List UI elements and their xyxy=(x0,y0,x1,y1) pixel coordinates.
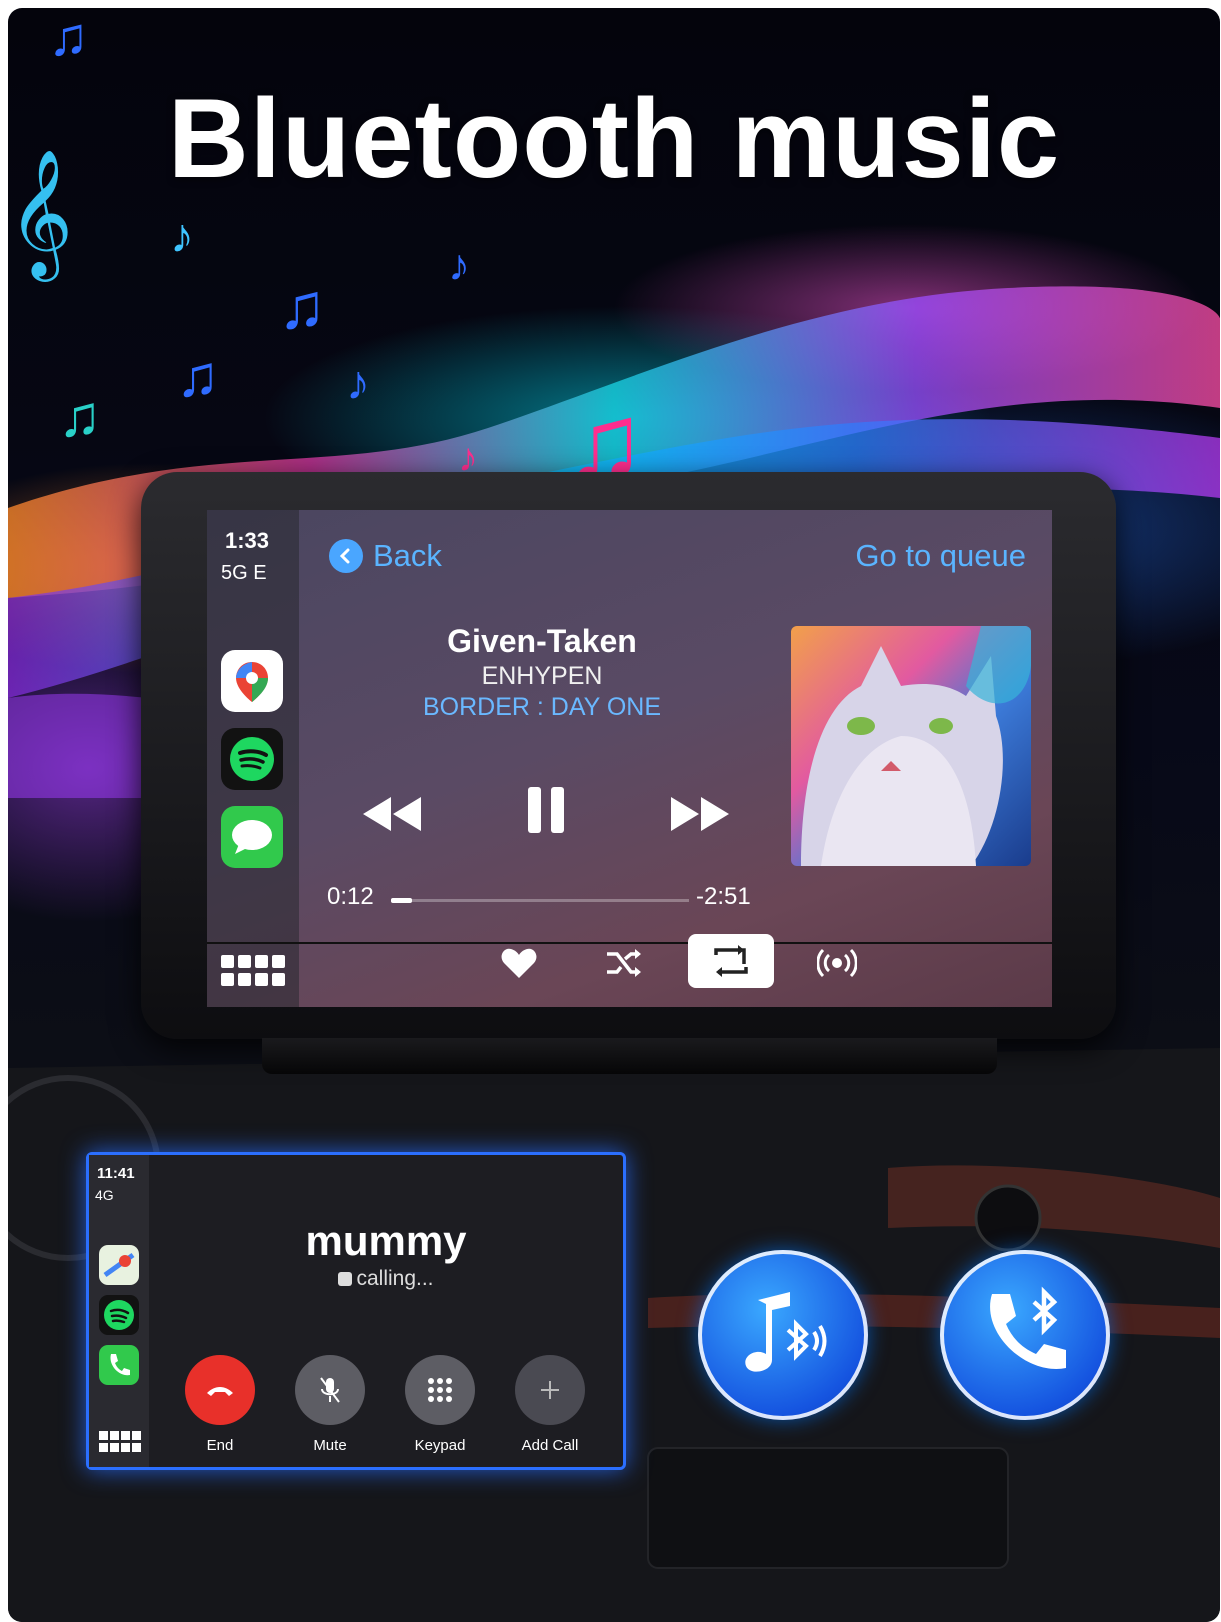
mute-label: Mute xyxy=(313,1437,347,1454)
phone-icon[interactable] xyxy=(99,1345,139,1385)
divider xyxy=(207,942,1052,944)
add-call-button[interactable]: Add Call xyxy=(515,1355,585,1454)
call-state-label: calling... xyxy=(356,1267,434,1290)
call-status-time: 11:41 xyxy=(97,1165,135,1182)
add-call-label: Add Call xyxy=(521,1437,579,1454)
call-screen: 11:41 4G mummy calling... End Mute Keypa… xyxy=(86,1152,626,1470)
spotify-icon[interactable] xyxy=(99,1295,139,1335)
album-art xyxy=(791,626,1031,866)
messages-icon[interactable] xyxy=(221,806,283,868)
bluetooth-call-badge xyxy=(940,1250,1110,1420)
go-to-queue-link[interactable]: Go to queue xyxy=(855,538,1026,574)
app-grid-icon[interactable] xyxy=(221,955,285,994)
call-sidebar: 11:41 4G xyxy=(89,1155,149,1467)
music-note-icon: ♫ xyxy=(58,384,102,449)
broadcast-icon[interactable] xyxy=(816,946,858,985)
remaining-time: -2:51 xyxy=(696,883,751,910)
caller-name: mummy xyxy=(305,1217,467,1264)
call-state: calling... xyxy=(149,1267,623,1291)
back-button[interactable]: Back xyxy=(329,538,442,574)
song-album[interactable]: BORDER : DAY ONE xyxy=(377,693,707,722)
music-note-icon: ♪ xyxy=(170,210,194,263)
keypad-icon xyxy=(405,1355,475,1425)
end-call-button[interactable]: End xyxy=(185,1355,255,1454)
end-call-icon xyxy=(185,1355,255,1425)
maps-icon[interactable] xyxy=(99,1245,139,1285)
elapsed-time: 0:12 xyxy=(327,883,374,910)
promo-poster: ♫ 𝄞 ♪ ♫ ♫ ♫ ♪ ♪ ♫ ♪ ♪ Bluetooth music 1:… xyxy=(8,8,1220,1622)
keypad-label: Keypad xyxy=(414,1437,466,1454)
spotify-icon[interactable] xyxy=(221,728,283,790)
bluetooth-music-icon xyxy=(745,1292,827,1372)
progress-fill xyxy=(391,898,412,903)
end-call-label: End xyxy=(206,1437,234,1454)
repeat-button[interactable] xyxy=(688,934,774,988)
chevron-left-icon xyxy=(329,539,363,573)
song-artist: ENHYPEN xyxy=(481,662,603,690)
maps-icon[interactable] xyxy=(221,650,283,712)
carplay-icon xyxy=(338,1272,353,1286)
bluetooth-phone-icon xyxy=(990,1286,1066,1369)
music-note-icon: ♫ xyxy=(278,270,326,342)
call-status-network: 4G xyxy=(95,1187,114,1203)
music-note-icon: ♪ xyxy=(346,357,370,410)
plus-icon xyxy=(515,1355,585,1425)
status-network: 5G E xyxy=(221,562,267,584)
pause-icon[interactable] xyxy=(526,785,566,840)
shuffle-icon[interactable] xyxy=(605,946,643,985)
app-grid-icon[interactable] xyxy=(99,1431,141,1458)
page-title: Bluetooth music xyxy=(167,76,1061,201)
progress-bar[interactable] xyxy=(391,898,689,903)
music-note-icon: ♫ xyxy=(48,8,89,67)
back-label: Back xyxy=(373,538,442,573)
carplay-screen: 1:33 5G E Back Go to queue Given-Taken E… xyxy=(207,510,1052,1007)
song-title: Given-Taken xyxy=(447,623,637,659)
bluetooth-music-badge xyxy=(698,1250,868,1420)
rewind-icon[interactable] xyxy=(361,793,423,840)
heart-icon[interactable] xyxy=(500,946,538,985)
carplay-sidebar: 1:33 5G E xyxy=(207,510,299,1007)
keypad-button[interactable]: Keypad xyxy=(405,1355,475,1454)
mute-button[interactable]: Mute xyxy=(295,1355,365,1454)
head-unit-stand xyxy=(262,1038,997,1074)
status-time: 1:33 xyxy=(225,528,270,553)
music-note-icon: ♪ xyxy=(448,241,470,290)
music-note-icon: ♫ xyxy=(176,344,220,409)
mute-mic-icon xyxy=(295,1355,365,1425)
fast-forward-icon[interactable] xyxy=(669,793,731,840)
repeat-icon xyxy=(714,945,748,977)
